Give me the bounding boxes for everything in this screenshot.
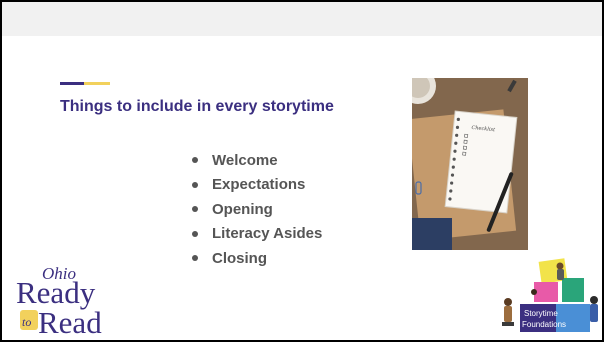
bullet-text: Expectations [212, 176, 306, 194]
ohio-ready-to-read-logo: Ohio Ready to Read [16, 264, 126, 340]
notebook-illustration: Checklist [412, 78, 528, 250]
bullet-text: Opening [212, 200, 273, 218]
slide-title: Things to include in every storytime [60, 98, 334, 115]
bullet-item-welcome: Welcome [192, 148, 322, 173]
checklist-notebook-photo: Checklist [412, 78, 528, 250]
bullet-text: Literacy Asides [212, 225, 323, 243]
accent-gold-bar [84, 82, 110, 85]
bullet-list: Welcome Expectations Opening Literacy As… [192, 148, 322, 271]
bullet-dot-icon [192, 255, 198, 262]
storytime-foundations-logo: Storytime Foundations [494, 256, 602, 338]
logo-text-storytime: Storytime [524, 309, 558, 318]
logo-text-foundations: Foundations [522, 320, 566, 329]
bullet-item-opening: Opening [192, 197, 322, 222]
bullet-dot-icon [192, 181, 198, 188]
logo-text-read: Read [38, 305, 102, 336]
bullet-item-expectations: Expectations [192, 173, 322, 198]
bullet-dot-icon [192, 206, 198, 213]
logo-text-to: to [22, 315, 31, 329]
slide-header-band [2, 2, 602, 36]
bullet-item-literacy-asides: Literacy Asides [192, 222, 322, 247]
bullet-dot-icon [192, 230, 198, 237]
bullet-dot-icon [192, 157, 198, 164]
slide: Things to include in every storytime Wel… [0, 0, 604, 342]
bullet-item-closing: Closing [192, 246, 322, 271]
accent-navy-bar [60, 82, 84, 85]
bullet-text: Closing [212, 249, 267, 267]
bullet-text: Welcome [212, 151, 278, 169]
title-accent-line [60, 82, 110, 85]
